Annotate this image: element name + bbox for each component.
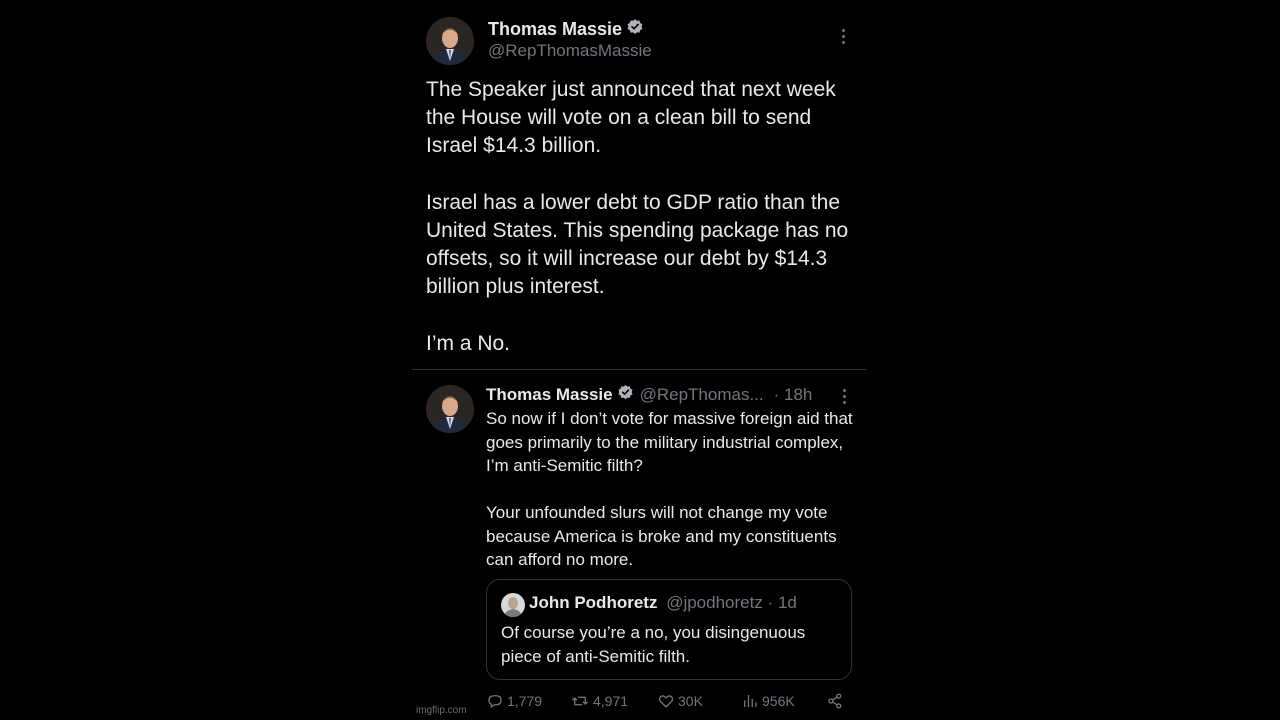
tweet-paragraph: The Speaker just announced that next wee…	[426, 78, 836, 158]
quote-author-avatar[interactable]	[501, 593, 525, 617]
screenshot-canvas: Thomas Massie @RepThomasMassie The Speak…	[0, 0, 1280, 720]
quoted-tweet[interactable]: John Podhoretz @jpodhoretz · 1d Of cours…	[486, 579, 852, 680]
more-icon[interactable]	[841, 389, 847, 407]
repost-icon	[572, 696, 588, 706]
author-handle[interactable]: @RepThomasMassie	[488, 41, 652, 61]
action-bar: 1,779 4,971 30K 956K	[486, 692, 856, 714]
views-count: 956K	[762, 693, 795, 709]
more-icon[interactable]	[840, 29, 846, 47]
quote-author-meta: @jpodhoretz · 1d	[666, 593, 797, 612]
author-avatar[interactable]	[426, 17, 474, 65]
reply-count: 1,779	[507, 693, 543, 709]
reply-icon	[488, 695, 502, 708]
verified-badge-icon	[617, 384, 634, 406]
share-icon	[828, 693, 842, 709]
views-icon	[744, 695, 757, 707]
reply-button[interactable]: 1,779	[486, 692, 542, 710]
reply-author-avatar[interactable]	[426, 385, 474, 433]
reply-author-name[interactable]: Thomas Massie	[486, 385, 613, 405]
repost-count: 4,971	[593, 693, 629, 709]
share-button[interactable]	[826, 692, 847, 710]
like-button[interactable]: 30K	[657, 692, 703, 710]
author-name-text[interactable]: Thomas Massie	[488, 19, 622, 40]
reply-timestamp[interactable]: · 18h	[774, 385, 813, 405]
reply-paragraph: Your unfounded slurs will not change my …	[486, 503, 837, 569]
tweet-divider	[412, 369, 866, 370]
reply-header: Thomas Massie @RepThomas... · 18h	[486, 384, 856, 406]
like-count: 30K	[678, 693, 703, 709]
reply-paragraph: So now if I don’t vote for massive forei…	[486, 409, 853, 475]
author-name[interactable]: Thomas Massie	[488, 18, 644, 41]
tweet-paragraph: I’m a No.	[426, 331, 511, 355]
reply-text: So now if I don’t vote for massive forei…	[486, 407, 858, 572]
quote-header: John Podhoretz @jpodhoretz · 1d	[529, 593, 797, 613]
tweet-text: The Speaker just announced that next wee…	[426, 76, 856, 358]
views-button[interactable]: 956K	[741, 692, 795, 710]
verified-badge-icon	[626, 18, 644, 41]
reply-author-handle[interactable]: @RepThomas...	[640, 385, 764, 405]
watermark: imgflip.com	[416, 705, 467, 716]
repost-button[interactable]: 4,971	[570, 692, 628, 710]
quote-author-name: John Podhoretz	[529, 593, 658, 612]
main-tweet: Thomas Massie @RepThomasMassie The Speak…	[412, 0, 866, 370]
quote-text: Of course you’re a no, you disingenuous …	[501, 623, 806, 666]
tweet-paragraph: Israel has a lower debt to GDP ratio tha…	[426, 190, 849, 299]
heart-icon	[658, 695, 674, 708]
